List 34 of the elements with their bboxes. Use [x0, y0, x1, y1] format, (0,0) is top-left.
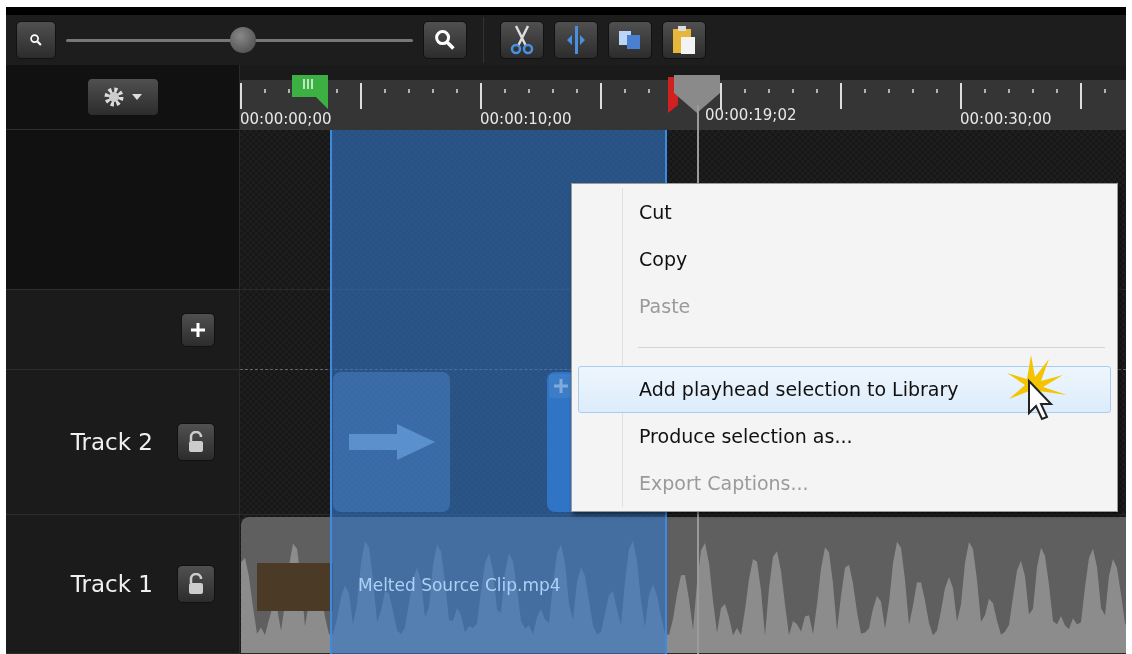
ruler-time-label: 00:00:10;00 [480, 110, 572, 128]
clipboard-icon [671, 25, 697, 55]
ruler-time-label: 00:00:00;00 [240, 110, 332, 128]
track-name: Track 2 [70, 429, 153, 455]
clip-name: Melted Source Clip.mp4 [358, 575, 561, 595]
padlock-icon [187, 573, 205, 595]
track-name: Track 1 [70, 571, 153, 597]
copy-icon [617, 29, 643, 51]
scissors-icon [509, 25, 535, 55]
lock-button[interactable] [177, 423, 215, 461]
plus-icon[interactable] [549, 374, 573, 398]
zoom-icon [29, 33, 43, 47]
settings-button[interactable] [86, 78, 159, 116]
menu-item[interactable]: Produce selection as... [578, 413, 1111, 460]
split-button[interactable] [554, 21, 598, 59]
zoom-out-button[interactable] [16, 21, 56, 59]
zoom-slider[interactable] [66, 28, 413, 52]
arrow-icon [348, 424, 435, 460]
menu-item[interactable]: Copy [578, 235, 1111, 282]
cut-button[interactable] [500, 21, 544, 59]
audio-clip[interactable] [241, 517, 1126, 653]
slider-thumb[interactable] [229, 26, 256, 53]
menu-item[interactable]: Cut [578, 188, 1111, 235]
ruler-time-label: 00:00:30;00 [960, 110, 1052, 128]
plus-icon [190, 321, 206, 338]
zoom-icon [433, 28, 457, 52]
zoom-in-button[interactable] [423, 21, 467, 59]
lock-button[interactable] [177, 565, 215, 603]
in-marker-icon [290, 75, 330, 109]
copy-button[interactable] [608, 21, 652, 59]
add-track-button[interactable] [181, 312, 215, 347]
padlock-icon [187, 431, 205, 453]
paste-button[interactable] [662, 21, 706, 59]
playhead-time-label: 00:00:19;02 [705, 106, 797, 124]
